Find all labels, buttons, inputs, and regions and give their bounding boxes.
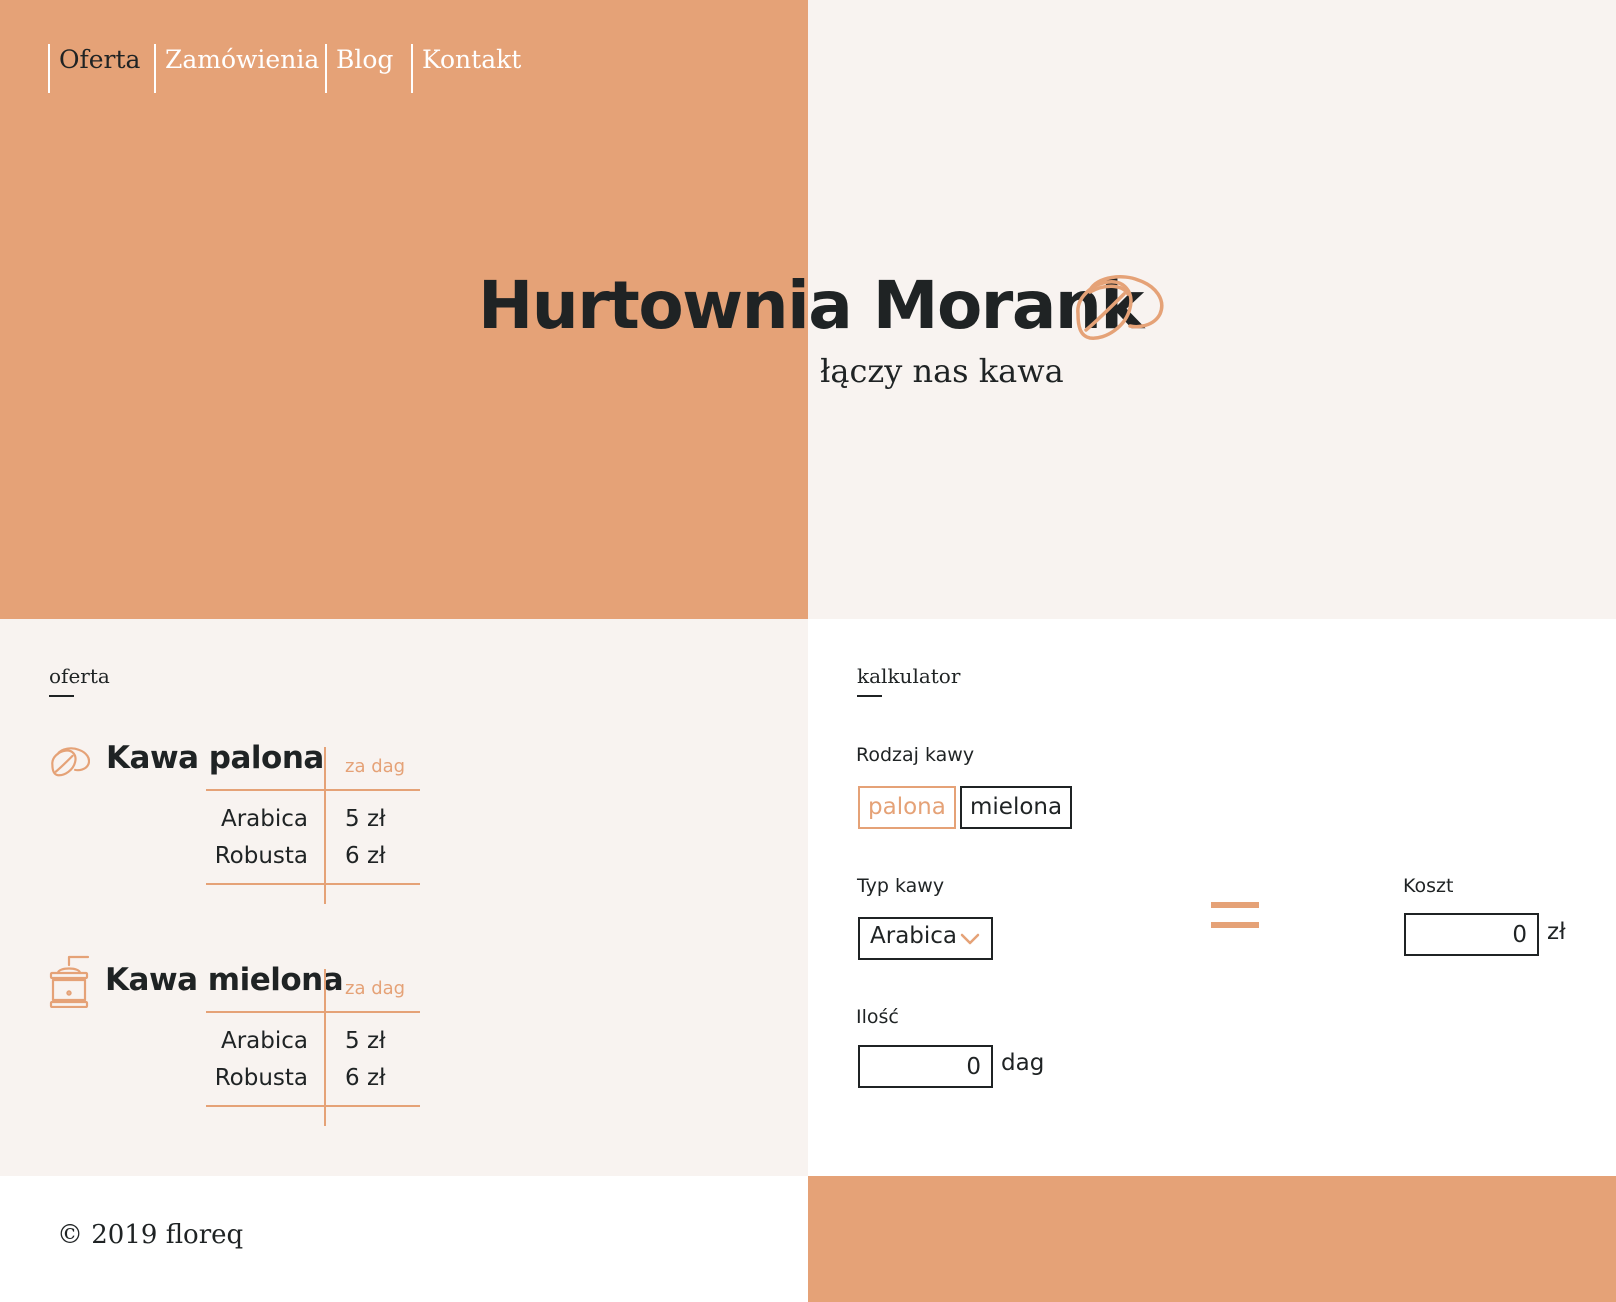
footer-accent-block [808,1176,1616,1302]
section-label-underline [857,695,882,697]
coffee-type-label: Typ kawy [857,875,945,897]
price-row-name: Arabica [220,806,308,832]
coffee-grinder-icon [49,955,90,1008]
quantity-label: Ilość [856,1006,899,1028]
nav-item-zamowienia[interactable]: Zamówienia [154,44,319,93]
equals-icon [1211,902,1259,942]
price-table-divider [324,747,326,904]
product-title: Kawa palona [106,740,324,776]
chevron-down-icon [960,933,980,945]
nav-item-oferta[interactable]: Oferta [48,44,140,93]
cost-label: Koszt [1403,875,1454,897]
price-row-name: Arabica [220,1028,308,1054]
price-table-rule [206,1011,420,1013]
coffee-type-value: Arabica [870,923,958,949]
price-unit-header: za dag [345,756,406,777]
kind-toggle-mielona[interactable]: mielona [960,786,1073,829]
coffee-bean-icon [51,747,90,777]
quantity-unit: dag [1001,1050,1045,1076]
section-label-oferta: oferta [49,664,110,688]
coffee-kind-label: Rodzaj kawy [856,744,975,766]
price-row-name: Robusta [214,843,308,869]
price-table-rule [206,1105,420,1107]
price-table-rule [206,789,420,791]
page-title: Hurtownia Morank [478,267,1144,344]
cost-unit: zł [1547,919,1566,945]
calculator-section [808,619,1616,1176]
copyright-text: © 2019 floreq [57,1220,244,1250]
cost-output [1404,913,1539,956]
price-unit-header: za dag [345,978,406,999]
coffee-bean-icon [1076,275,1164,340]
section-label-kalkulator: kalkulator [857,664,961,688]
nav-item-kontakt[interactable]: Kontakt [411,44,521,93]
price-row-name: Robusta [214,1065,308,1091]
offer-section [0,619,808,1176]
section-label-underline [49,695,74,697]
price-row-value: 5 zł [345,1028,386,1054]
kind-toggle-palona[interactable]: palona [858,786,956,829]
price-row-value: 6 zł [345,843,386,869]
price-table-rule [206,883,420,885]
nav-item-blog[interactable]: Blog [325,44,393,93]
coffee-type-select[interactable]: Arabica [858,917,993,960]
product-title: Kawa mielona [105,962,344,998]
price-row-value: 5 zł [345,806,386,832]
price-table-divider [324,969,326,1126]
quantity-input[interactable] [858,1045,993,1088]
price-row-value: 6 zł [345,1065,386,1091]
page-subtitle: łączy nas kawa [820,352,1064,390]
